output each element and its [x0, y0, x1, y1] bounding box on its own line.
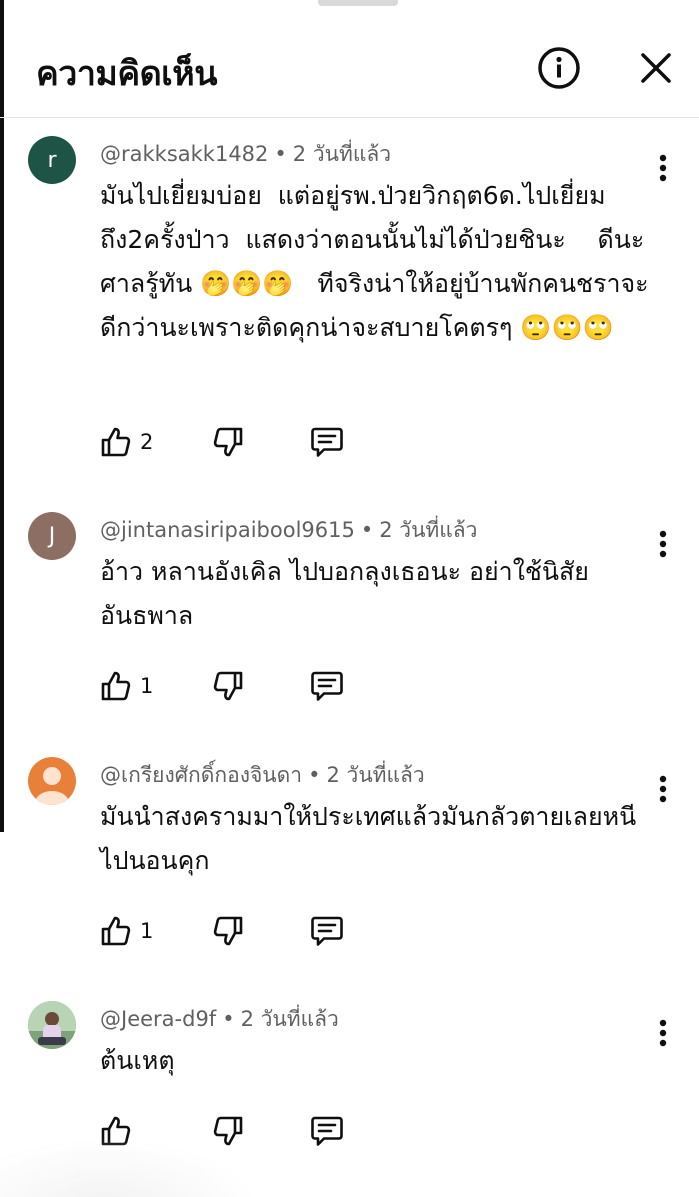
photo-avatar-icon [28, 1001, 76, 1049]
reply-icon [311, 671, 343, 701]
close-button[interactable] [632, 44, 680, 92]
comment-author[interactable]: @Jeera-d9f [100, 1007, 216, 1031]
comment-time: 2 วันที่แล้ว [326, 763, 425, 787]
comment-author[interactable]: @rakksakk1482 [100, 142, 268, 166]
left-edge-bar [0, 0, 4, 832]
thumb-down-icon [213, 427, 243, 457]
separator-dot: • [360, 518, 374, 542]
comment-meta: @เกรียงศักดิ์กองจินดา • 2 วันที่แล้ว [100, 759, 425, 792]
more-vert-icon [659, 1019, 667, 1047]
separator-dot: • [308, 763, 321, 787]
thumb-down-icon [213, 916, 243, 946]
comment-author[interactable]: @jintanasiripaibool9615 [100, 518, 355, 542]
bottom-shadow [0, 1137, 260, 1197]
thumb-up-icon [101, 427, 131, 457]
like-button[interactable]: 1 [100, 911, 153, 951]
avatar[interactable] [28, 757, 76, 805]
comment-text: อ้าว หลานอังเคิล ไปบอกลุงเธอนะ อย่าใช้นิ… [100, 557, 589, 630]
comment-meta: @jintanasiripaibool9615 • 2 วันที่แล้ว [100, 514, 477, 547]
info-icon [538, 47, 580, 89]
reply-button[interactable] [310, 911, 344, 951]
comment-meta: @Jeera-d9f • 2 วันที่แล้ว [100, 1003, 339, 1036]
comment-time: 2 วันที่แล้ว [292, 142, 392, 166]
comment-actions: 2 [100, 422, 400, 462]
dislike-button[interactable] [212, 666, 244, 706]
reply-button[interactable] [310, 666, 344, 706]
reply-icon [311, 427, 343, 457]
thumb-down-icon [213, 671, 243, 701]
reply-icon [311, 1116, 343, 1146]
comment-author[interactable]: @เกรียงศักดิ์กองจินดา [100, 763, 302, 787]
reply-button[interactable] [310, 1111, 344, 1151]
comments-header: ความคิดเห็น [0, 0, 699, 118]
separator-dot: • [222, 1007, 235, 1031]
thumb-up-icon [101, 916, 131, 946]
reply-button[interactable] [310, 422, 344, 462]
comment-actions: 1 [100, 911, 400, 951]
dislike-button[interactable] [212, 911, 244, 951]
default-avatar-icon [35, 767, 69, 805]
separator-dot: • [274, 142, 287, 166]
more-vert-icon [659, 154, 667, 182]
comment-text: มันไปเยี่ยมบ่อย แต่อยู่รพ.ป่วยวิกฤต6ด.ไป… [100, 181, 649, 342]
comment-time: 2 วันที่แล้ว [379, 518, 478, 542]
thumb-up-icon [101, 671, 131, 701]
more-vert-icon [659, 530, 667, 558]
comment-actions: 1 [100, 666, 400, 706]
comment-time: 2 วันที่แล้ว [240, 1007, 339, 1031]
like-button[interactable]: 2 [100, 422, 153, 462]
like-count: 2 [140, 430, 154, 454]
close-icon [641, 53, 671, 83]
comment-text: มันนำสงครามมาให้ประเทศแล้วมันกลัวตายเลยห… [100, 802, 637, 875]
page-title: ความคิดเห็น [36, 54, 217, 94]
like-count: 1 [140, 674, 154, 698]
avatar[interactable] [28, 1001, 76, 1049]
dislike-button[interactable] [212, 422, 244, 462]
info-button[interactable] [535, 44, 583, 92]
reply-icon [311, 916, 343, 946]
comment-text: ต้นเหตุ [100, 1046, 175, 1075]
like-button[interactable]: 1 [100, 666, 153, 706]
avatar[interactable]: J [28, 512, 76, 560]
more-vert-icon [659, 775, 667, 803]
comment-meta: @rakksakk1482 • 2 วันที่แล้ว [100, 138, 391, 171]
avatar[interactable]: r [28, 136, 76, 184]
like-count: 1 [140, 919, 154, 943]
